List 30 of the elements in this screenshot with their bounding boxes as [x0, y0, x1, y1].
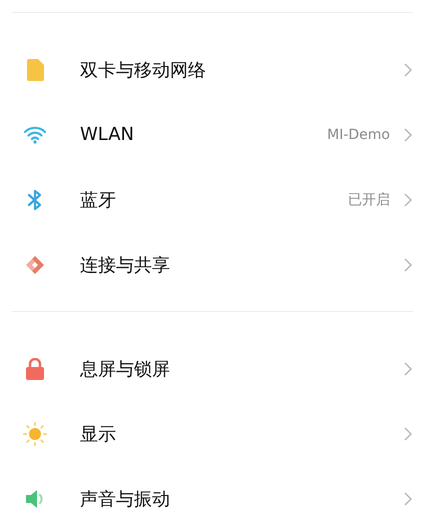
sim-card-icon	[26, 58, 44, 80]
chevron-icon	[404, 362, 412, 376]
item-label: 显示	[80, 422, 117, 446]
item-label: 双卡与移动网络	[80, 58, 207, 82]
settings-item[interactable]: 声音与振动	[0, 466, 425, 519]
lock-icon	[25, 358, 45, 380]
item-value: MI-Demo	[327, 126, 390, 142]
item-label: 声音与振动	[80, 488, 171, 510]
item-label: WLAN	[80, 124, 136, 145]
speaker-icon	[25, 488, 45, 508]
item-label: 连接与共享	[80, 254, 171, 276]
wifi-icon	[24, 126, 46, 144]
settings-item[interactable]: 连接与共享	[0, 232, 425, 297]
settings-item[interactable]: 蓝牙 已开启	[0, 167, 425, 232]
settings-item[interactable]: 双卡与移动网络	[0, 37, 425, 102]
chevron-icon	[404, 192, 412, 206]
item-label: 蓝牙	[80, 188, 117, 212]
diamond-link-icon	[24, 254, 46, 276]
sun-icon	[23, 422, 47, 446]
chevron-icon	[404, 128, 412, 142]
chevron-icon	[404, 62, 412, 76]
item-value: 已开启	[348, 190, 390, 208]
settings-item[interactable]: WLAN MI-Demo	[0, 102, 425, 167]
settings-item[interactable]: 显示	[0, 401, 425, 466]
settings-item[interactable]: 息屏与锁屏	[0, 336, 425, 401]
chevron-icon	[404, 492, 412, 506]
chevron-icon	[404, 426, 412, 440]
item-label: 息屏与锁屏	[80, 358, 171, 380]
bluetooth-icon	[27, 188, 43, 210]
chevron-icon	[404, 258, 412, 272]
